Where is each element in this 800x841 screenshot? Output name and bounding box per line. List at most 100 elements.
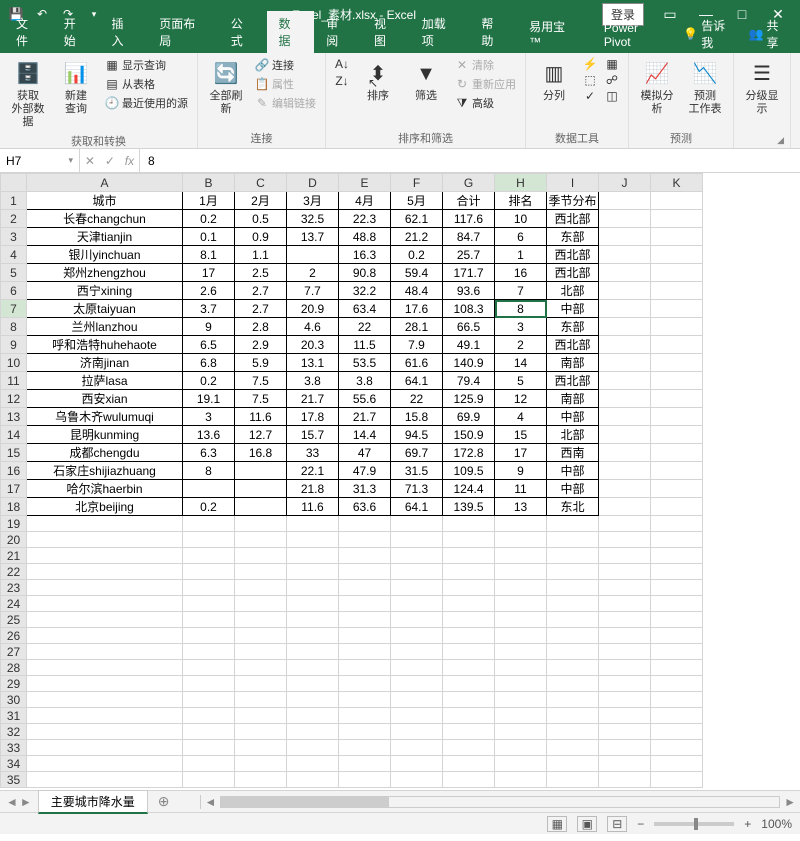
cell[interactable] bbox=[651, 282, 703, 300]
cell[interactable] bbox=[443, 580, 495, 596]
cell[interactable] bbox=[235, 756, 287, 772]
share-button[interactable]: 👥共享 bbox=[745, 15, 794, 53]
row-header-6[interactable]: 6 bbox=[1, 282, 27, 300]
cell[interactable]: 10 bbox=[495, 210, 547, 228]
cell[interactable]: 9 bbox=[495, 462, 547, 480]
cell[interactable] bbox=[599, 408, 651, 426]
cell[interactable] bbox=[339, 756, 391, 772]
cell[interactable] bbox=[235, 564, 287, 580]
cell[interactable]: 4月 bbox=[339, 192, 391, 210]
cell[interactable] bbox=[599, 210, 651, 228]
cell[interactable] bbox=[27, 548, 183, 564]
recent-sources-button[interactable]: 🕘最近使用的源 bbox=[102, 94, 191, 112]
cell[interactable]: 拉萨lasa bbox=[27, 372, 183, 390]
cell[interactable]: 53.5 bbox=[339, 354, 391, 372]
cell[interactable]: 21.7 bbox=[287, 390, 339, 408]
cell[interactable] bbox=[443, 676, 495, 692]
cell[interactable] bbox=[651, 596, 703, 612]
cell[interactable] bbox=[599, 596, 651, 612]
cell[interactable]: 108.3 bbox=[443, 300, 495, 318]
cell[interactable] bbox=[599, 548, 651, 564]
cell[interactable] bbox=[495, 756, 547, 772]
cell[interactable]: 31.5 bbox=[391, 462, 443, 480]
cell[interactable]: 2 bbox=[287, 264, 339, 282]
row-header-19[interactable]: 19 bbox=[1, 516, 27, 532]
cell[interactable] bbox=[651, 516, 703, 532]
cell[interactable]: 33 bbox=[287, 444, 339, 462]
flash-fill-button[interactable]: ⚡ bbox=[580, 56, 600, 72]
cell[interactable] bbox=[599, 390, 651, 408]
cell[interactable]: 西南 bbox=[547, 444, 599, 462]
cell[interactable]: 84.7 bbox=[443, 228, 495, 246]
show-queries-button[interactable]: ▦显示查询 bbox=[102, 56, 191, 74]
cell[interactable] bbox=[547, 692, 599, 708]
what-if-button[interactable]: 📈模拟分析 bbox=[635, 56, 679, 118]
row-header-26[interactable]: 26 bbox=[1, 628, 27, 644]
cell[interactable]: 0.1 bbox=[183, 228, 235, 246]
spreadsheet-grid[interactable]: ABCDEFGHIJK1城市1月2月3月4月5月合计排名季节分布2长春chang… bbox=[0, 173, 800, 790]
cell[interactable]: 140.9 bbox=[443, 354, 495, 372]
cell[interactable]: 150.9 bbox=[443, 426, 495, 444]
cell[interactable]: 3 bbox=[495, 318, 547, 336]
column-header-E[interactable]: E bbox=[339, 174, 391, 192]
cell[interactable]: 中部 bbox=[547, 408, 599, 426]
cell[interactable] bbox=[599, 772, 651, 788]
zoom-slider[interactable] bbox=[654, 822, 734, 826]
cell[interactable] bbox=[651, 532, 703, 548]
cell[interactable] bbox=[599, 282, 651, 300]
cell[interactable] bbox=[27, 692, 183, 708]
cell[interactable]: 太原taiyuan bbox=[27, 300, 183, 318]
cell[interactable]: 东部 bbox=[547, 318, 599, 336]
cell[interactable] bbox=[651, 692, 703, 708]
cell[interactable]: 7.9 bbox=[391, 336, 443, 354]
cell[interactable] bbox=[183, 628, 235, 644]
cell[interactable] bbox=[547, 644, 599, 660]
cell[interactable] bbox=[287, 644, 339, 660]
cell[interactable] bbox=[339, 532, 391, 548]
cell[interactable] bbox=[495, 724, 547, 740]
column-header-A[interactable]: A bbox=[27, 174, 183, 192]
cell[interactable] bbox=[339, 516, 391, 532]
cell[interactable]: 79.4 bbox=[443, 372, 495, 390]
cell[interactable] bbox=[599, 612, 651, 628]
cell[interactable]: 济南jinan bbox=[27, 354, 183, 372]
cell[interactable] bbox=[235, 596, 287, 612]
cell[interactable] bbox=[339, 628, 391, 644]
row-header-31[interactable]: 31 bbox=[1, 708, 27, 724]
cell[interactable]: 49.1 bbox=[443, 336, 495, 354]
cell[interactable] bbox=[287, 516, 339, 532]
row-header-25[interactable]: 25 bbox=[1, 612, 27, 628]
column-header-K[interactable]: K bbox=[651, 174, 703, 192]
cell[interactable] bbox=[235, 462, 287, 480]
cell[interactable]: 69.9 bbox=[443, 408, 495, 426]
cell[interactable]: 17 bbox=[495, 444, 547, 462]
cell[interactable] bbox=[599, 532, 651, 548]
cell[interactable]: 中部 bbox=[547, 480, 599, 498]
cell[interactable] bbox=[495, 516, 547, 532]
cell[interactable]: 21.8 bbox=[287, 480, 339, 498]
cell[interactable]: 32.2 bbox=[339, 282, 391, 300]
cell[interactable] bbox=[495, 644, 547, 660]
cell[interactable]: 64.1 bbox=[391, 498, 443, 516]
cell[interactable] bbox=[391, 532, 443, 548]
cell[interactable] bbox=[339, 612, 391, 628]
cell[interactable]: 1.1 bbox=[235, 246, 287, 264]
cell[interactable] bbox=[27, 740, 183, 756]
cell[interactable] bbox=[599, 246, 651, 264]
cell[interactable]: 19.1 bbox=[183, 390, 235, 408]
cell[interactable] bbox=[547, 772, 599, 788]
cell[interactable] bbox=[651, 210, 703, 228]
cell[interactable] bbox=[651, 628, 703, 644]
cell[interactable] bbox=[391, 772, 443, 788]
cell[interactable] bbox=[443, 660, 495, 676]
row-header-1[interactable]: 1 bbox=[1, 192, 27, 210]
cell[interactable]: 天津tianjin bbox=[27, 228, 183, 246]
cell[interactable]: 172.8 bbox=[443, 444, 495, 462]
cell[interactable] bbox=[27, 708, 183, 724]
cell[interactable]: 西北部 bbox=[547, 246, 599, 264]
cell[interactable] bbox=[235, 516, 287, 532]
cell[interactable]: 11.6 bbox=[235, 408, 287, 426]
cell[interactable]: 22.3 bbox=[339, 210, 391, 228]
cell[interactable] bbox=[495, 660, 547, 676]
cell[interactable] bbox=[599, 498, 651, 516]
